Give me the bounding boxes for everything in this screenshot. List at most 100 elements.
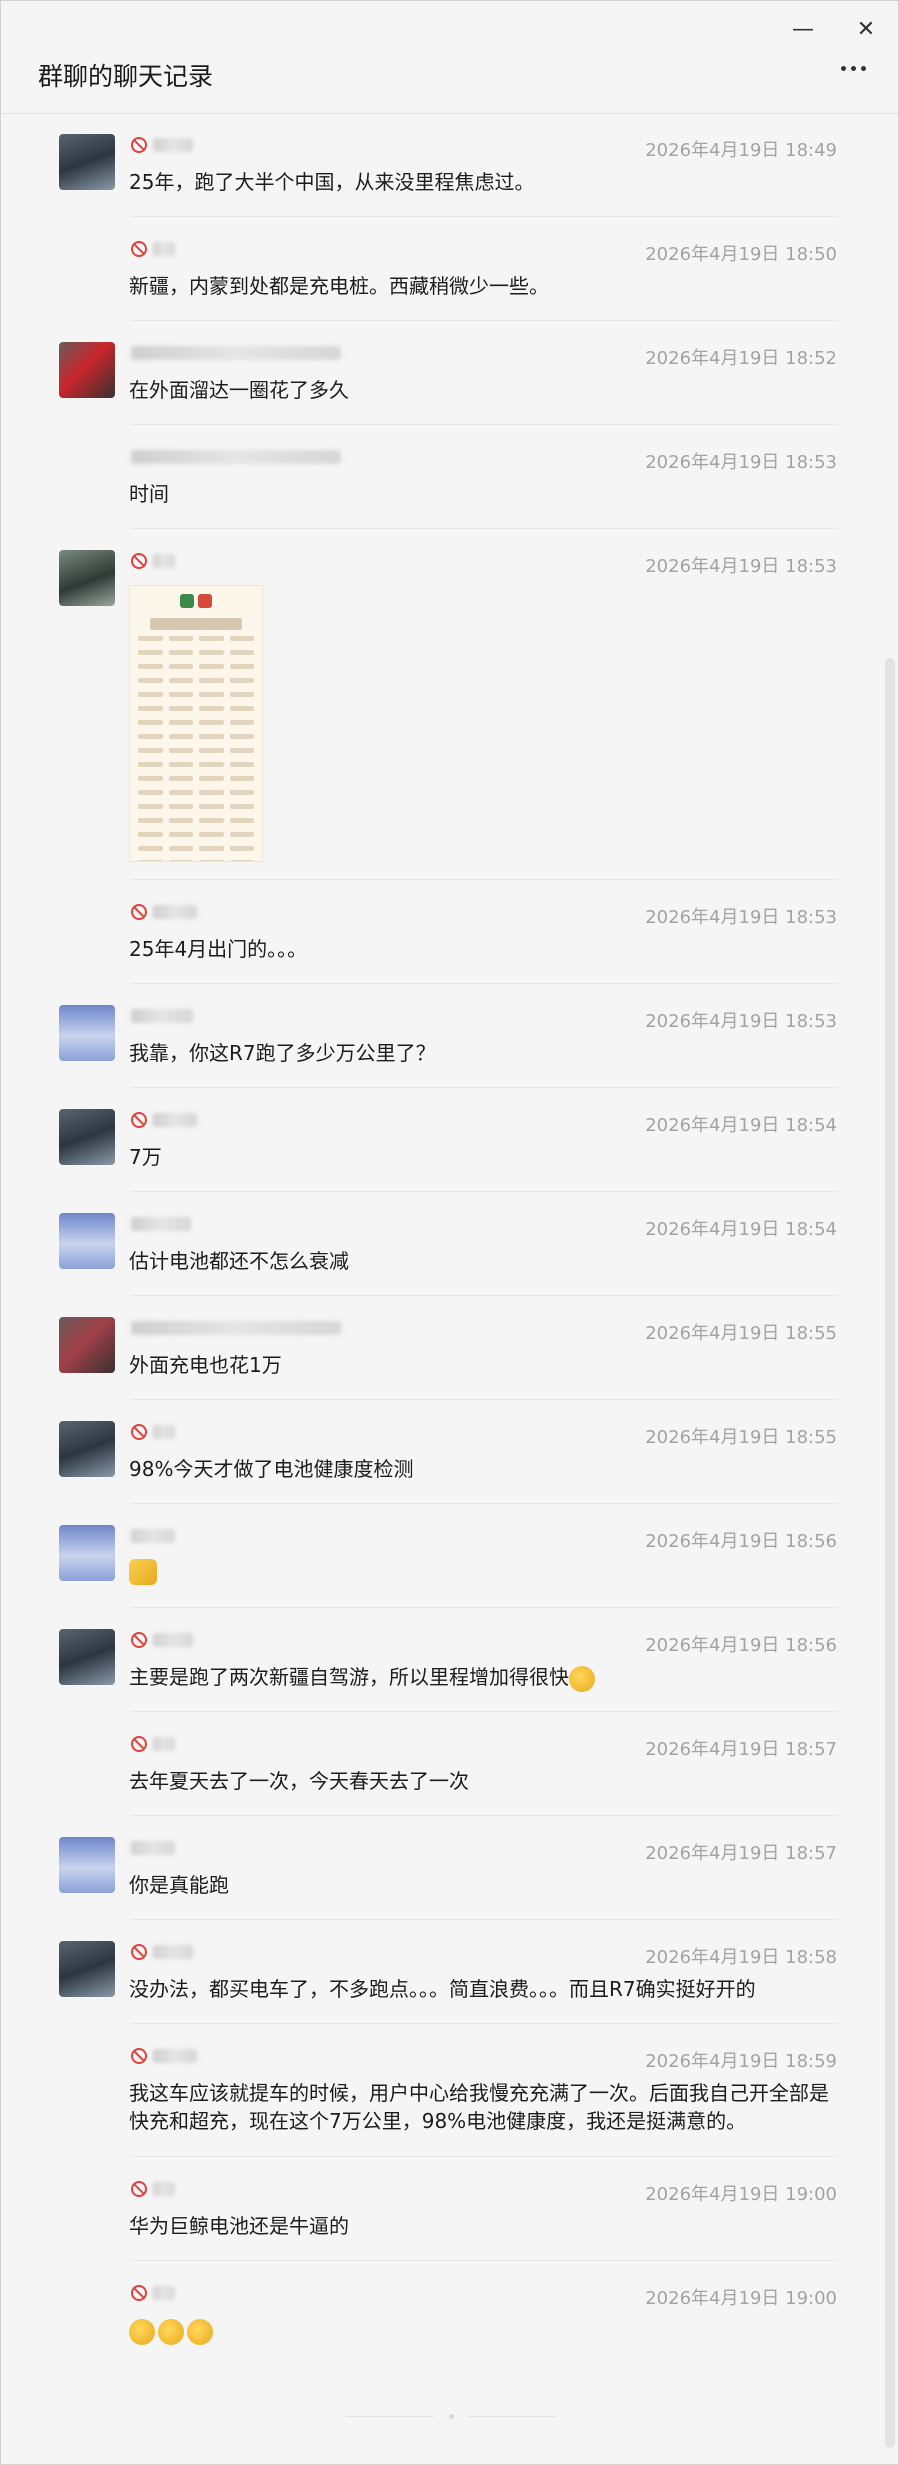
thinking-emoji-icon [187, 2318, 213, 2345]
sender-name [131, 342, 341, 364]
ban-icon [131, 1424, 147, 1440]
message-item: 2026年4月19日 19:00 [1, 2262, 881, 2365]
message-text[interactable]: 主要是跑了两次新疆自驾游，所以里程增加得很快 [129, 1663, 829, 1692]
end-of-list-indicator [346, 2414, 556, 2419]
sender-name [131, 550, 175, 572]
blurred-name [153, 2286, 175, 2300]
message-item: 2026年4月19日 18:53 25年4月出门的。。。 [1, 881, 881, 984]
message-text[interactable]: 我靠，你这R7跑了多少万公里了？ [129, 1039, 829, 1067]
message-text[interactable] [129, 1559, 829, 1592]
divider [131, 1191, 838, 1192]
message-item: 2026年4月19日 18:56 [1, 1505, 881, 1608]
message-item: 2026年4月19日 18:59 我这车应该就提车的时候，用户中心给我慢充充满了… [1, 2025, 881, 2157]
ban-icon [131, 1944, 147, 1960]
sender-name [131, 1005, 193, 1027]
ban-icon [131, 2285, 147, 2301]
message-text[interactable]: 估计电池都还不怎么衰减 [129, 1247, 829, 1275]
blurred-name [153, 1945, 193, 1959]
sender-name [131, 2282, 175, 2304]
divider [131, 983, 838, 984]
ban-icon [131, 1632, 147, 1648]
ban-icon [131, 2048, 147, 2064]
laugh-emoji-icon [569, 1665, 595, 1692]
message-time: 2026年4月19日 18:54 [645, 1115, 837, 1136]
message-time: 2026年4月19日 18:56 [645, 1635, 837, 1656]
chat-history-window: — ✕ 群聊的聊天记录 2026年4月19日 18:49 25年，跑了大半个中国… [0, 0, 899, 2465]
message-text[interactable]: 你是真能跑 [129, 1871, 829, 1899]
avatar[interactable] [59, 550, 115, 606]
thumbs-up-emoji-icon [129, 1559, 157, 1585]
divider [131, 1711, 838, 1712]
message-text[interactable]: 新疆，内蒙到处都是充电桩。西藏稍微少一些。 [129, 272, 829, 300]
divider [131, 1087, 838, 1088]
message-text[interactable]: 我这车应该就提车的时候，用户中心给我慢充充满了一次。后面我自己开全部是快充和超充… [129, 2079, 829, 2135]
blurred-name [153, 905, 197, 919]
avatar[interactable] [59, 1317, 115, 1373]
divider [131, 1919, 838, 1920]
blurred-name [153, 242, 175, 256]
message-text[interactable]: 98%今天才做了电池健康度检测 [129, 1455, 829, 1483]
avatar[interactable] [59, 1213, 115, 1269]
message-text[interactable]: 7万 [129, 1143, 829, 1171]
message-text[interactable]: 在外面溜达一圈花了多久 [129, 376, 829, 404]
avatar[interactable] [59, 134, 115, 190]
divider [131, 528, 838, 529]
thinking-emoji-icon [129, 2318, 155, 2345]
sender-name [131, 1837, 175, 1859]
blurred-name [153, 1737, 175, 1751]
divider [131, 2023, 838, 2024]
message-text[interactable]: 华为巨鲸电池还是牛逼的 [129, 2212, 829, 2240]
divider [131, 1399, 838, 1400]
message-text[interactable] [129, 2316, 829, 2345]
blurred-name [153, 138, 193, 152]
message-time: 2026年4月19日 19:00 [645, 2184, 837, 2205]
ban-icon [131, 241, 147, 257]
message-time: 2026年4月19日 18:54 [645, 1219, 837, 1240]
avatar[interactable] [59, 1005, 115, 1061]
avatar[interactable] [59, 1421, 115, 1477]
avatar[interactable] [59, 1109, 115, 1165]
message-text[interactable]: 外面充电也花1万 [129, 1351, 829, 1379]
sender-name [131, 1109, 197, 1131]
divider [131, 879, 838, 880]
blurred-name [131, 1841, 175, 1855]
avatar[interactable] [59, 1941, 115, 1997]
avatar[interactable] [59, 1629, 115, 1685]
message-time: 2026年4月19日 18:57 [645, 1739, 837, 1760]
thinking-emoji-icon [158, 2318, 184, 2345]
message-item: 2026年4月19日 18:53 时间 [1, 426, 881, 529]
sender-name [131, 134, 193, 156]
message-time: 2026年4月19日 18:58 [645, 1947, 837, 1968]
more-dots-icon[interactable] [833, 53, 873, 83]
blurred-name [131, 1529, 175, 1543]
avatar[interactable] [59, 1837, 115, 1893]
message-text[interactable]: 25年，跑了大半个中国，从来没里程焦虑过。 [129, 168, 829, 196]
avatar[interactable] [59, 1525, 115, 1581]
message-text-body: 主要是跑了两次新疆自驾游，所以里程增加得很快 [129, 1665, 569, 1689]
message-time: 2026年4月19日 18:52 [645, 348, 837, 369]
message-text[interactable]: 去年夏天去了一次，今天春天去了一次 [129, 1767, 829, 1795]
message-time: 2026年4月19日 18:55 [645, 1323, 837, 1344]
divider [131, 320, 838, 321]
blurred-name [131, 1321, 341, 1335]
avatar[interactable] [59, 342, 115, 398]
ban-icon [131, 1736, 147, 1752]
message-text[interactable]: 没办法，都买电车了，不多跑点。。。简直浪费。。。而且R7确实挺好开的 [129, 1975, 849, 2003]
divider [131, 1295, 838, 1296]
scrollbar[interactable] [885, 658, 895, 2448]
message-time: 2026年4月19日 18:56 [645, 1531, 837, 1552]
sender-name [131, 1213, 191, 1235]
window-title: 群聊的聊天记录 [38, 62, 214, 91]
message-list[interactable]: 2026年4月19日 18:49 25年，跑了大半个中国，从来没里程焦虑过。 2… [1, 114, 881, 2464]
title-bar: — ✕ 群聊的聊天记录 [1, 1, 898, 114]
minimize-button[interactable]: — [783, 9, 823, 49]
message-text[interactable]: 25年4月出门的。。。 [129, 935, 829, 963]
message-time: 2026年4月19日 19:00 [645, 2288, 837, 2309]
blurred-name [131, 1009, 193, 1023]
image-attachment[interactable] [129, 585, 263, 862]
message-time: 2026年4月19日 18:59 [645, 2051, 837, 2072]
close-button[interactable]: ✕ [846, 9, 886, 49]
sender-name [131, 1733, 175, 1755]
message-text[interactable]: 时间 [129, 480, 829, 508]
message-time: 2026年4月19日 18:55 [645, 1427, 837, 1448]
